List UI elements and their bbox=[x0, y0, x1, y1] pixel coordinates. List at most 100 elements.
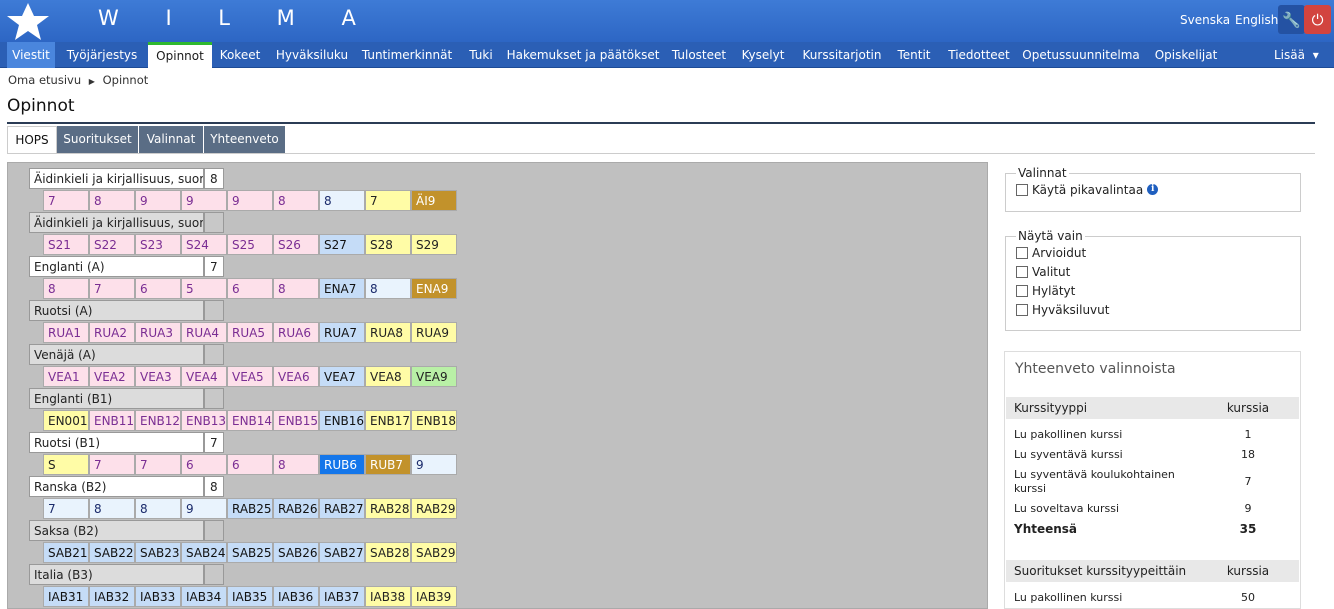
lang-svenska-link[interactable]: Svenska bbox=[1180, 13, 1230, 27]
course-cell[interactable]: VEA9 bbox=[411, 366, 457, 387]
course-cell[interactable]: ENB18 bbox=[411, 410, 457, 431]
course-cell[interactable]: S24 bbox=[181, 234, 227, 255]
course-cell[interactable]: S27 bbox=[319, 234, 365, 255]
course-cell[interactable]: 6 bbox=[181, 454, 227, 475]
quick-select-checkbox[interactable] bbox=[1016, 183, 1028, 196]
course-cell[interactable]: RAB25 bbox=[227, 498, 273, 519]
nav-item-opetussuunnitelma[interactable]: Opetussuunnitelma bbox=[1021, 42, 1141, 68]
course-cell[interactable]: 8 bbox=[273, 454, 319, 475]
course-cell[interactable]: IAB38 bbox=[365, 586, 411, 607]
course-cell[interactable]: ENB15 bbox=[273, 410, 319, 431]
course-cell[interactable]: RAB28 bbox=[365, 498, 411, 519]
course-cell[interactable]: S23 bbox=[135, 234, 181, 255]
course-cell[interactable]: 9 bbox=[227, 190, 273, 211]
course-cell[interactable]: 9 bbox=[135, 190, 181, 211]
course-cell[interactable]: S28 bbox=[365, 234, 411, 255]
subject-name[interactable]: Saksa (B2) bbox=[29, 520, 204, 541]
course-cell[interactable]: RAB26 bbox=[273, 498, 319, 519]
nav-item-kokeet[interactable]: Kokeet bbox=[214, 42, 266, 68]
nav-item-tentit[interactable]: Tentit bbox=[892, 42, 936, 68]
course-cell[interactable]: S bbox=[43, 454, 89, 475]
filter-hyvaksiluvut[interactable]: Hyväksiluvut bbox=[1016, 300, 1290, 319]
filter-valitut[interactable]: Valitut bbox=[1016, 262, 1290, 281]
course-cell[interactable]: IAB32 bbox=[89, 586, 135, 607]
quick-select-row[interactable]: Käytä pikavalintaa i bbox=[1016, 180, 1290, 199]
subject-name[interactable]: Ranska (B2) bbox=[29, 476, 204, 497]
course-cell[interactable]: IAB31 bbox=[43, 586, 89, 607]
settings-button[interactable]: 🔧 bbox=[1278, 5, 1305, 34]
filter-arvioidut[interactable]: Arvioidut bbox=[1016, 243, 1290, 262]
course-cell[interactable]: RUB7 bbox=[365, 454, 411, 475]
course-cell[interactable]: ENB12 bbox=[135, 410, 181, 431]
course-cell[interactable]: SAB22 bbox=[89, 542, 135, 563]
course-cell[interactable]: ENA9 bbox=[411, 278, 457, 299]
course-cell[interactable]: 9 bbox=[181, 498, 227, 519]
course-cell[interactable]: S21 bbox=[43, 234, 89, 255]
subject-name[interactable]: Äidinkieli ja kirjallisuus, suomi t bbox=[29, 212, 204, 233]
nav-item-tuntimerkinnät[interactable]: Tuntimerkinnät bbox=[359, 42, 455, 68]
course-cell[interactable]: 6 bbox=[135, 278, 181, 299]
course-cell[interactable]: RUA1 bbox=[43, 322, 89, 343]
subject-name[interactable]: Englanti (B1) bbox=[29, 388, 204, 409]
course-cell[interactable]: ENB16 bbox=[319, 410, 365, 431]
course-cell[interactable]: 7 bbox=[89, 454, 135, 475]
filter-checkbox[interactable] bbox=[1016, 284, 1028, 297]
tab-suoritukset[interactable]: Suoritukset bbox=[57, 126, 138, 153]
filter-hylatyt[interactable]: Hylätyt bbox=[1016, 281, 1290, 300]
course-cell[interactable]: ENB14 bbox=[227, 410, 273, 431]
nav-item-tiedotteet[interactable]: Tiedotteet bbox=[945, 42, 1013, 68]
course-cell[interactable]: VEA5 bbox=[227, 366, 273, 387]
nav-item-viestit[interactable]: Viestit bbox=[7, 42, 55, 68]
course-cell[interactable]: IAB36 bbox=[273, 586, 319, 607]
subject-name[interactable]: Ruotsi (A) bbox=[29, 300, 204, 321]
course-cell[interactable]: ÄI9 bbox=[411, 190, 457, 211]
course-cell[interactable]: ENB11 bbox=[89, 410, 135, 431]
course-cell[interactable]: RUA6 bbox=[273, 322, 319, 343]
course-cell[interactable]: SAB28 bbox=[365, 542, 411, 563]
course-cell[interactable]: 7 bbox=[89, 278, 135, 299]
course-cell[interactable]: SAB21 bbox=[43, 542, 89, 563]
course-cell[interactable]: 8 bbox=[319, 190, 365, 211]
course-cell[interactable]: 7 bbox=[365, 190, 411, 211]
course-cell[interactable]: RUB6 bbox=[319, 454, 365, 475]
filter-checkbox[interactable] bbox=[1016, 265, 1028, 278]
course-cell[interactable]: RUA7 bbox=[319, 322, 365, 343]
course-cell[interactable]: IAB37 bbox=[319, 586, 365, 607]
course-cell[interactable]: VEA8 bbox=[365, 366, 411, 387]
course-cell[interactable]: 8 bbox=[273, 278, 319, 299]
course-cell[interactable]: 9 bbox=[181, 190, 227, 211]
course-cell[interactable]: 7 bbox=[135, 454, 181, 475]
course-cell[interactable]: VEA6 bbox=[273, 366, 319, 387]
course-cell[interactable]: 9 bbox=[411, 454, 457, 475]
course-cell[interactable]: ENA7 bbox=[319, 278, 365, 299]
course-cell[interactable]: VEA4 bbox=[181, 366, 227, 387]
nav-item-hakemukset-ja-päätökset[interactable]: Hakemukset ja päätökset bbox=[506, 42, 660, 68]
nav-item-opiskelijat[interactable]: Opiskelijat bbox=[1148, 42, 1224, 68]
subject-name[interactable]: Äidinkieli ja kirjallisuus, suomi ä bbox=[29, 168, 204, 189]
subject-name[interactable]: Venäjä (A) bbox=[29, 344, 204, 365]
course-cell[interactable]: RUA4 bbox=[181, 322, 227, 343]
nav-item-kurssitarjotin[interactable]: Kurssitarjotin bbox=[799, 42, 885, 68]
course-cell[interactable]: VEA7 bbox=[319, 366, 365, 387]
course-cell[interactable]: IAB39 bbox=[411, 586, 457, 607]
info-icon[interactable]: i bbox=[1147, 184, 1159, 195]
course-cell[interactable]: VEA1 bbox=[43, 366, 89, 387]
course-cell[interactable]: RAB27 bbox=[319, 498, 365, 519]
nav-item-kyselyt[interactable]: Kyselyt bbox=[738, 42, 788, 68]
course-cell[interactable]: 8 bbox=[89, 498, 135, 519]
nav-item-työjärjestys[interactable]: Työjärjestys bbox=[62, 42, 142, 68]
course-cell[interactable]: SAB23 bbox=[135, 542, 181, 563]
nav-item-opinnot[interactable]: Opinnot bbox=[148, 42, 212, 68]
course-cell[interactable]: VEA2 bbox=[89, 366, 135, 387]
course-cell[interactable]: IAB33 bbox=[135, 586, 181, 607]
course-cell[interactable]: 6 bbox=[227, 278, 273, 299]
lang-english-link[interactable]: English bbox=[1235, 13, 1278, 27]
course-cell[interactable]: RUA5 bbox=[227, 322, 273, 343]
nav-item-tuki[interactable]: Tuki bbox=[463, 42, 499, 68]
course-cell[interactable]: SAB27 bbox=[319, 542, 365, 563]
course-cell[interactable]: 8 bbox=[273, 190, 319, 211]
course-cell[interactable]: SAB26 bbox=[273, 542, 319, 563]
course-cell[interactable]: ENB17 bbox=[365, 410, 411, 431]
course-cell[interactable]: S26 bbox=[273, 234, 319, 255]
course-cell[interactable]: 8 bbox=[135, 498, 181, 519]
